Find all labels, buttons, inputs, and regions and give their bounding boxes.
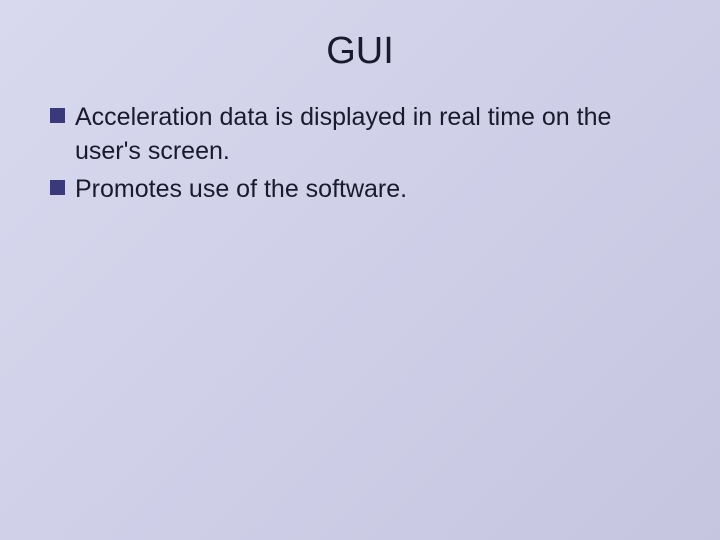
- bullet-text: Promotes use of the software.: [75, 173, 407, 207]
- square-bullet-icon: [50, 108, 65, 123]
- bullet-text: Acceleration data is displayed in real t…: [75, 101, 670, 169]
- list-item: Promotes use of the software.: [50, 173, 670, 207]
- slide-title: GUI: [50, 30, 670, 73]
- list-item: Acceleration data is displayed in real t…: [50, 101, 670, 169]
- bullet-list: Acceleration data is displayed in real t…: [50, 101, 670, 206]
- square-bullet-icon: [50, 180, 65, 195]
- slide-container: GUI Acceleration data is displayed in re…: [0, 0, 720, 540]
